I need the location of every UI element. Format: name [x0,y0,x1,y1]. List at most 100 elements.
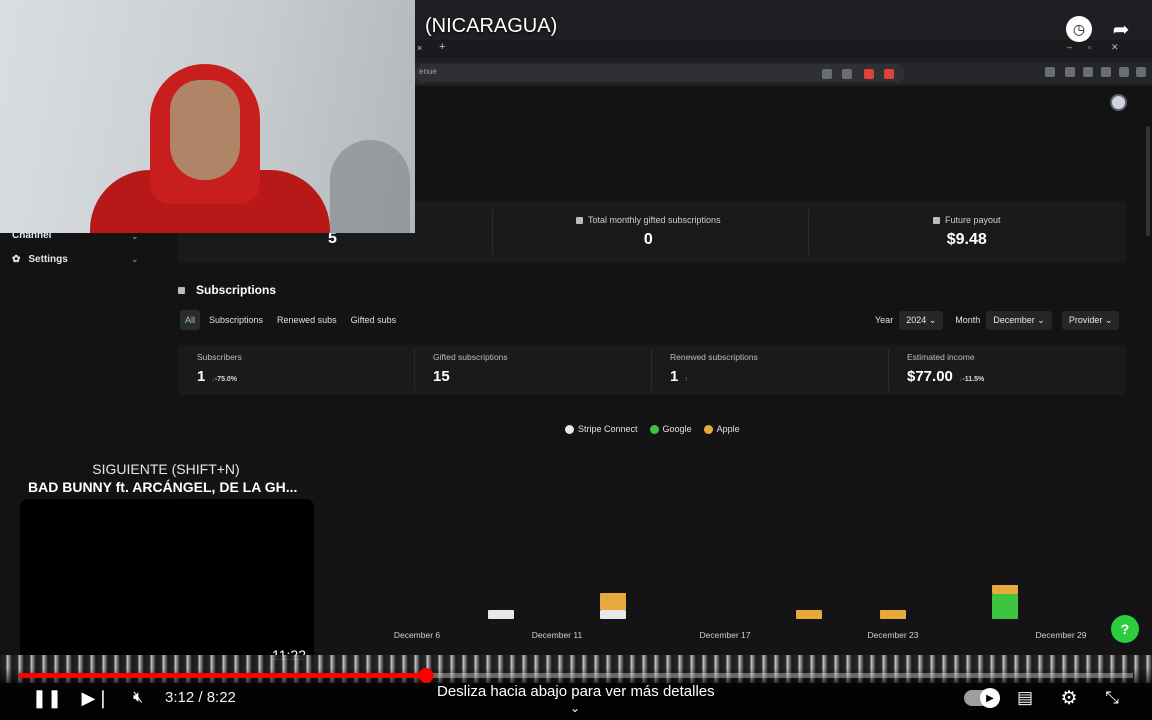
person-face [170,80,240,180]
maximize-icon: ▫ [1088,42,1092,52]
legend-item: Stripe Connect [565,424,638,434]
metric-value: 1 [197,368,206,385]
month-select: December ⌄ [986,310,1052,330]
stat-label: Total monthly gifted subscriptions [588,215,721,225]
new-tab-icon: + [439,41,446,53]
metric-label: Subscribers [197,352,242,362]
metric-gifted: Gifted subscriptions 15 [433,352,508,385]
menu-icon [1136,67,1146,77]
settings-button[interactable]: ⚙ [1056,686,1082,710]
legend-swatch [565,424,574,434]
up-next-title: BAD BUNNY ft. ARCÁNGEL, DE LA GH... [28,479,298,495]
x-tick-label: December 6 [393,630,441,640]
tab-subscriptions: Subscriptions [209,315,264,325]
calendar-icon [933,217,940,225]
stat-label: Future payout [945,215,1001,225]
divider [414,349,415,391]
brave-rewards-icon [884,69,894,79]
tab-gifted-subs: Gifted subs [350,315,397,325]
subscription-tabs: All Subscriptions Renewed subs Gifted su… [180,310,401,330]
scrubber-handle[interactable] [418,668,434,683]
browser-tabstrip: × + – ▫ ✕ [415,40,1152,58]
puzzle-icon [1101,67,1111,77]
metric-label: Estimated income [907,352,975,362]
stat-payout: Future payout $9.48 [933,215,1001,249]
divider [808,209,809,255]
x-tick-label: December 23 [867,630,919,640]
year-select: 2024 ⌄ [899,310,944,330]
help-chat-button[interactable]: ? [1111,615,1139,643]
url-field: enue [415,64,905,82]
play-icon: ▶ [980,688,1000,708]
metric-label: Renewed subscriptions [670,352,758,362]
subtitles-button[interactable]: ▤ [1012,686,1038,710]
page-title: Subscriptions [178,283,276,297]
provider-select: Provider ⌄ [1061,310,1120,330]
sidebar-item-label: Settings [28,254,68,265]
metric-subscribers: Subscribers 1 ↓-75.0% [197,352,242,385]
up-next-thumbnail[interactable]: 11:22 [20,499,314,669]
up-next-card[interactable]: SIGUIENTE (SHIFT+N) BAD BUNNY ft. ARCÁNG… [20,455,316,670]
chart-bar [600,610,626,619]
divider [492,209,493,255]
tab-renewed-subs: Renewed subs [277,315,337,325]
chart-legend: Stripe Connect Google Apple [565,424,740,434]
brave-shield-icon [864,69,874,79]
chevron-down-icon: ⌄ [131,254,139,264]
legend-item: Google [649,424,692,434]
watch-later-icon[interactable]: ◷ [1066,16,1092,42]
year-label: Year [875,315,894,325]
subscriptions-chart: Stripe Connect Google Apple December 6 D… [178,404,1126,652]
divider [888,349,889,391]
avatar [1110,94,1127,111]
stat-gifted: Total monthly gifted subscriptions 0 [576,215,721,249]
metric-label: Gifted subscriptions [433,352,508,362]
browser-address-bar: enue [415,62,1152,84]
section-title-text: Subscriptions [196,283,277,297]
month-label: Month [955,315,981,325]
webcam-overlay [0,0,415,233]
exit-fullscreen-button[interactable]: ⤡ [1099,686,1125,710]
x-tick-label: December 29 [1035,630,1087,640]
calendar-icon [576,217,583,225]
time-display: 3:12 / 8:22 [165,689,236,706]
up-next-kicker: SIGUIENTE (SHIFT+N) [92,461,240,477]
video-title: (NICARAGUA) [425,15,558,37]
divider [651,349,652,391]
url-text: enue [419,67,437,76]
metrics-row: Subscribers 1 ↓-75.0% Gifted subscription… [178,345,1126,395]
video-player[interactable]: × + – ▫ ✕ enue Channel ⌄ ✿ Settings ⌄ 5 [0,0,1152,720]
legend-item: Apple [703,424,740,434]
pause-button[interactable]: ❚❚ [32,686,62,710]
x-tick-label: December 17 [699,630,751,640]
calendar-icon [178,286,185,294]
chart-bar [880,610,906,619]
chart-bar [992,594,1018,619]
chart-bar [796,610,822,619]
metric-income: Estimated income $77.00 ↓-11.5% [907,352,985,385]
filter-bar: Year 2024 ⌄ Month December ⌄ Provider ⌄ [875,310,1120,330]
chart-bar [600,593,626,610]
chart-bar [488,610,514,619]
chevron-down-icon: ⌄ [570,701,581,715]
share-icon[interactable]: ➦ [1108,16,1134,42]
sidebar-icon [1065,67,1075,77]
metric-value: $77.00 [907,368,953,385]
metric-value: 15 [433,368,450,385]
tab-all: All [180,310,201,330]
share-icon [842,69,852,79]
sidebar-item-settings: ✿ Settings [12,254,68,265]
metric-delta: -11.5% [962,376,985,383]
x-tick-label: December 11 [531,630,583,640]
stat-value: 0 [643,231,653,248]
window-close-icon: ✕ [1111,42,1119,52]
translate-icon [822,69,832,79]
chart-bar [992,585,1018,594]
vpn-icon [1119,67,1129,77]
legend-swatch [649,424,659,434]
wallet-icon [1083,67,1093,77]
next-button[interactable]: ▶❘ [82,686,111,710]
tab-close-icon: × [417,43,423,53]
mute-button[interactable]: 🔇︎ [125,686,151,710]
minimize-icon: – [1067,42,1073,52]
